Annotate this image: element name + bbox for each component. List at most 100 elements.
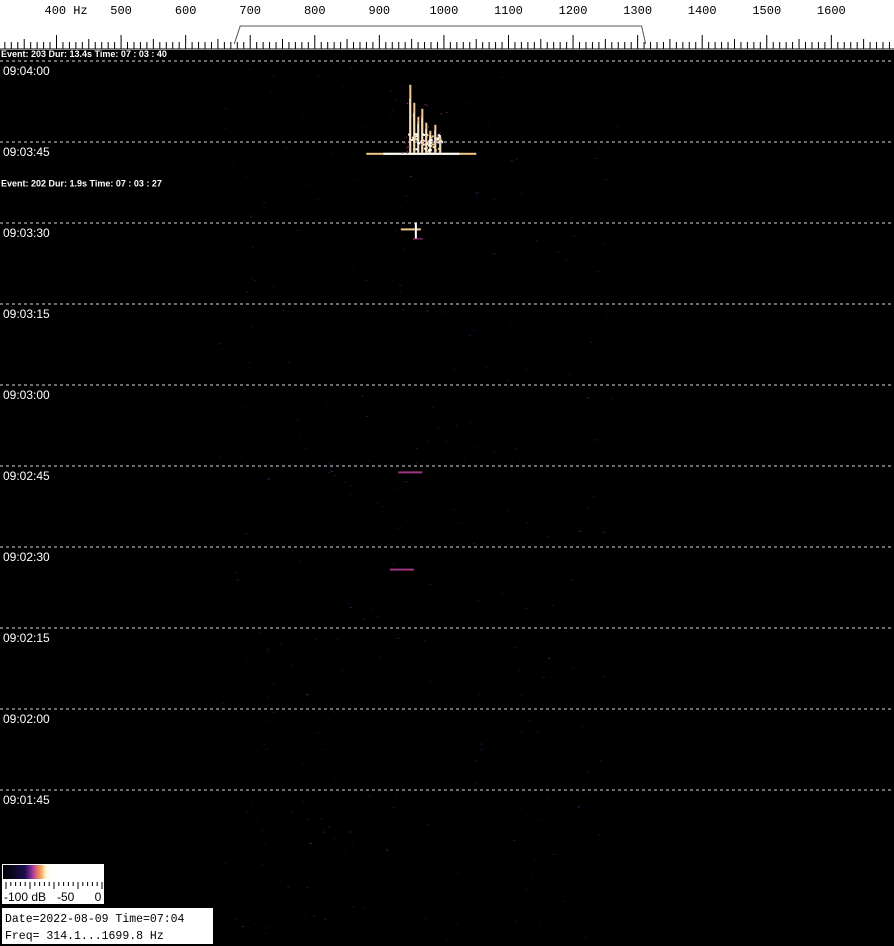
noise-speck bbox=[265, 932, 267, 934]
noise-speck bbox=[432, 407, 434, 408]
noise-speck bbox=[279, 881, 282, 883]
noise-speck bbox=[606, 799, 610, 801]
noise-speck bbox=[596, 271, 599, 272]
noise-speck bbox=[415, 462, 419, 464]
noise-speck bbox=[531, 877, 533, 879]
noise-speck bbox=[547, 536, 549, 538]
trace-blob bbox=[437, 141, 440, 144]
noise-speck bbox=[424, 917, 427, 919]
frequency-tick-label: 1400 bbox=[688, 4, 717, 18]
noise-speck bbox=[251, 246, 254, 248]
noise-speck bbox=[345, 526, 348, 528]
noise-speck bbox=[252, 215, 255, 217]
noise-speck bbox=[551, 605, 554, 607]
frequency-tick-label: 900 bbox=[369, 4, 391, 18]
noise-speck bbox=[264, 261, 267, 262]
frequency-tick-label: 1100 bbox=[494, 4, 523, 18]
time-label: 09:02:15 bbox=[3, 631, 50, 645]
trace-blob bbox=[424, 143, 427, 146]
noise-speck bbox=[363, 618, 366, 620]
noise-speck bbox=[266, 705, 268, 707]
noise-speck bbox=[473, 329, 476, 331]
trace-blob bbox=[421, 133, 424, 136]
noise-speck bbox=[269, 321, 271, 323]
noise-speck bbox=[336, 638, 339, 640]
noise-speck bbox=[501, 592, 504, 594]
noise-speck bbox=[299, 436, 301, 438]
noise-speck bbox=[218, 902, 220, 904]
noise-speck bbox=[475, 192, 478, 194]
noise-speck bbox=[581, 725, 584, 727]
noise-speck bbox=[603, 676, 606, 678]
trace-blob bbox=[434, 149, 437, 152]
trace-edge bbox=[406, 152, 408, 154]
time-label: 09:02:00 bbox=[3, 712, 50, 726]
noise-speck bbox=[394, 797, 397, 799]
noise-speck bbox=[220, 194, 222, 196]
noise-speck bbox=[285, 147, 288, 149]
noise-speck bbox=[396, 527, 399, 529]
time-label: 09:04:00 bbox=[3, 64, 50, 78]
noise-speck bbox=[372, 529, 374, 531]
noise-speck bbox=[348, 494, 352, 496]
noise-speck bbox=[313, 915, 315, 916]
noise-speck bbox=[550, 676, 552, 678]
noise-speck bbox=[403, 195, 407, 197]
noise-speck bbox=[265, 927, 269, 929]
noise-speck bbox=[452, 509, 455, 511]
noise-speck bbox=[312, 112, 314, 114]
noise-speck bbox=[271, 683, 275, 685]
noise-speck bbox=[604, 423, 608, 425]
trace-edge bbox=[404, 142, 406, 144]
noise-speck bbox=[392, 563, 395, 564]
noise-speck bbox=[554, 428, 556, 430]
noise-speck bbox=[593, 283, 596, 285]
noise-speck bbox=[409, 556, 411, 558]
noise-speck bbox=[287, 886, 290, 888]
noise-speck bbox=[266, 887, 268, 889]
noise-speck bbox=[273, 387, 276, 389]
noise-speck bbox=[599, 564, 601, 566]
noise-speck bbox=[391, 279, 394, 281]
noise-speck bbox=[366, 415, 368, 417]
frequency-tick-label: 1500 bbox=[752, 4, 781, 18]
noise-speck bbox=[241, 926, 245, 928]
trace-blob bbox=[431, 135, 434, 138]
noise-speck bbox=[485, 395, 488, 397]
noise-speck bbox=[501, 76, 503, 78]
noise-speck bbox=[433, 698, 435, 700]
noise-speck bbox=[247, 362, 251, 364]
noise-speck bbox=[456, 425, 459, 427]
noise-speck bbox=[232, 323, 234, 325]
noise-speck bbox=[358, 549, 361, 551]
frequency-axis: 400 Hz 500 600 700 800 900 1000 1100 1200 1300 140… bbox=[0, 0, 894, 50]
noise-speck bbox=[473, 173, 474, 175]
trace-streak-core bbox=[439, 140, 441, 153]
noise-speck bbox=[363, 79, 366, 81]
noise-speck bbox=[601, 243, 605, 244]
noise-speck bbox=[475, 195, 478, 197]
noise-speck bbox=[349, 831, 352, 833]
noise-speck bbox=[590, 474, 593, 476]
noise-speck bbox=[598, 148, 600, 150]
noise-speck bbox=[267, 651, 269, 653]
noise-speck bbox=[297, 232, 299, 234]
noise-speck bbox=[510, 160, 514, 162]
noise-speck bbox=[225, 428, 227, 430]
noise-speck bbox=[265, 748, 268, 750]
noise-speck bbox=[509, 938, 511, 940]
noise-speck bbox=[507, 510, 510, 512]
noise-speck bbox=[292, 699, 295, 701]
noise-speck bbox=[534, 859, 536, 861]
noise-speck bbox=[406, 698, 409, 700]
noise-speck bbox=[397, 637, 400, 639]
noise-speck bbox=[255, 923, 257, 925]
noise-speck bbox=[329, 219, 331, 220]
noise-speck bbox=[478, 693, 480, 695]
noise-speck bbox=[527, 90, 530, 92]
noise-speck bbox=[542, 677, 545, 679]
noise-speck bbox=[572, 235, 576, 237]
noise-speck bbox=[487, 122, 490, 124]
trace-blob bbox=[429, 149, 432, 151]
noise-speck bbox=[550, 131, 552, 133]
